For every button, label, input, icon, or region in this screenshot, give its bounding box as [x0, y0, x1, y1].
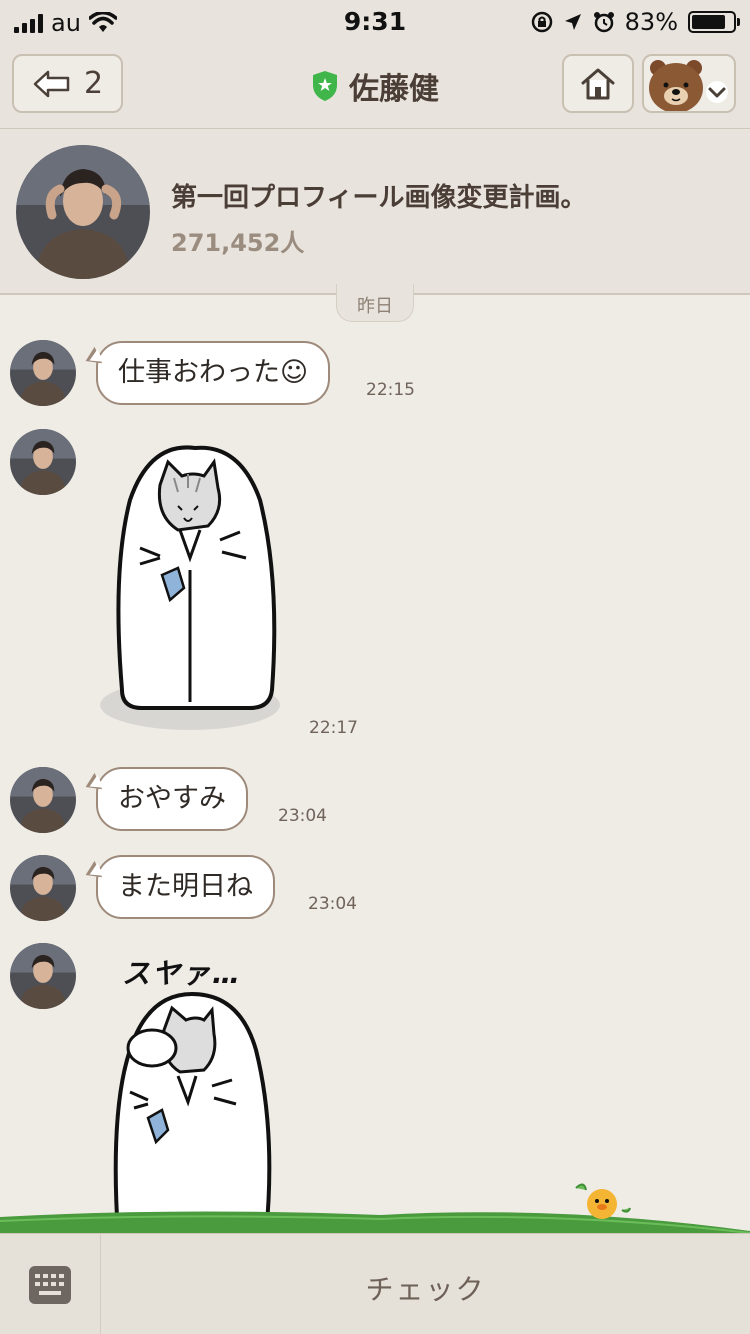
sally-chick-icon	[575, 1183, 631, 1219]
keyboard-button[interactable]	[0, 1234, 101, 1334]
input-footer: チェック	[0, 1233, 750, 1334]
battery-percent: 83%	[624, 8, 678, 36]
rotation-lock-icon	[531, 11, 552, 33]
date-divider: 昨日	[336, 284, 414, 322]
friend-menu-button[interactable]	[642, 54, 736, 113]
home-icon	[581, 68, 615, 99]
cat-blanket-sticker[interactable]	[90, 440, 300, 740]
keyboard-icon	[29, 1265, 71, 1304]
message-bubble[interactable]: また明日ね	[96, 855, 275, 919]
message-bubble[interactable]: おやすみ	[96, 767, 248, 831]
shield-icon	[313, 71, 337, 101]
location-icon	[564, 14, 581, 30]
grass-decoration	[0, 1211, 750, 1235]
sender-avatar[interactable]	[10, 943, 76, 1009]
check-button[interactable]: チェック	[101, 1268, 750, 1308]
profile-status-message: 第一回プロフィール画像変更計画。	[171, 183, 587, 213]
message-bubble[interactable]: 仕事おわった☺	[96, 341, 331, 405]
alarm-icon	[593, 12, 614, 33]
battery-icon	[688, 11, 740, 33]
status-right: 83%	[531, 8, 740, 36]
profile-header[interactable]: 第一回プロフィール画像変更計画。 271,452人	[0, 128, 750, 295]
sender-avatar[interactable]	[10, 429, 76, 495]
chat-title-text: 佐藤健	[349, 72, 439, 107]
sender-avatar[interactable]	[10, 855, 76, 921]
battery-fill	[692, 15, 726, 29]
message-time: 22:15	[366, 380, 415, 400]
avatar-photo	[16, 145, 150, 279]
nav-bar: 2 佐藤健	[0, 42, 750, 128]
avatar-photo	[10, 429, 76, 495]
chat-title: 佐藤健	[0, 64, 750, 108]
avatar-photo	[10, 767, 76, 833]
status-bar: au 9:31 83%	[0, 0, 750, 42]
friend-count: 271,452人	[171, 229, 305, 257]
home-button[interactable]	[562, 54, 634, 113]
sleeping-cat-sticker[interactable]	[100, 990, 280, 1235]
profile-avatar[interactable]	[16, 145, 150, 279]
avatar-photo	[10, 855, 76, 921]
avatar-photo	[10, 943, 76, 1009]
message-time: 23:04	[278, 806, 327, 826]
sender-avatar[interactable]	[10, 767, 76, 833]
message-time: 22:17	[309, 718, 358, 738]
sender-avatar[interactable]	[10, 340, 76, 406]
avatar-photo	[10, 340, 76, 406]
sticker-caption: スヤァ…	[122, 957, 243, 990]
message-time: 23:04	[308, 894, 357, 914]
chevron-down-icon	[706, 81, 728, 103]
